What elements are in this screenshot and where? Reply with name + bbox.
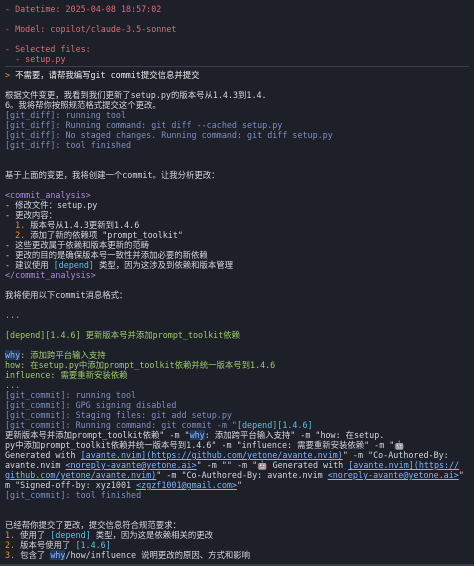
git-commit-log: [git_commit]: tool finished bbox=[5, 490, 142, 500]
summary-text: 使用了 bbox=[15, 530, 51, 540]
email-link[interactable]: <zgzf1001@gmail.com> bbox=[136, 480, 237, 490]
prompt-marker: > bbox=[5, 70, 16, 80]
log-text: " -m "Co-Authored-By: avante.nvim bbox=[156, 470, 328, 480]
analysis-close-tag: </commit_analysis> bbox=[5, 270, 96, 280]
why-text: : 添加跨平台输入支持 bbox=[20, 350, 106, 360]
tool-log-line: [git_diff]: Running command: git diff --… bbox=[5, 120, 283, 130]
ellipsis: ... bbox=[5, 310, 21, 320]
analysis-item: - 更改的目的是确保版本号一致性并添加必要的新依赖 bbox=[5, 250, 208, 260]
log-text: 更新版本号并添加prompt_toolkit依赖" -m " bbox=[5, 430, 190, 440]
datetime-line: - Datetime: 2025-04-08 18:57:02 bbox=[5, 4, 162, 14]
summary-text: 类型，因为这是依赖相关的更改 bbox=[90, 530, 213, 540]
analysis-item: - 修改文件：setup.py bbox=[5, 200, 98, 210]
summary-text: 包含了 bbox=[15, 550, 51, 560]
git-commit-log: [git_commit]: GPG signing disabled bbox=[5, 400, 177, 410]
summary-item: 1. 使用了 [depend] 类型，因为这是依赖相关的更改 bbox=[5, 530, 469, 540]
analysis-item: - 更改内容： bbox=[5, 210, 57, 220]
analysis-item: - 这些更改属于依赖和版本更新的范畴 bbox=[5, 240, 150, 250]
format-lead: 我将使用以下commit消息格式： bbox=[5, 290, 128, 300]
why-keyword: why bbox=[189, 430, 205, 440]
git-commit-log: [git_commit]: Staging files: git add set… bbox=[5, 410, 232, 420]
commit-type-tag: [depend] bbox=[53, 260, 94, 270]
commit-influence-line: influence: 需要重新安装依赖 bbox=[5, 370, 128, 380]
log-text: [git_commit]: Running command: git commi… bbox=[5, 420, 237, 430]
tool-log-line: [git_diff]: tool finished bbox=[5, 140, 132, 150]
analysis-lead: 基于上面的变更，我将创建一个commit。让我分析更改： bbox=[5, 170, 220, 180]
commit-type-tag: [depend] bbox=[50, 530, 91, 540]
git-commit-log: [git_commit]: running tool bbox=[5, 390, 137, 400]
terminal-chat-panel: - Datetime: 2025-04-08 18:57:02 - Model:… bbox=[0, 0, 474, 566]
log-text: : 添加跨平台输入支持" -m "how: 在setup. bbox=[204, 430, 385, 440]
git-commit-log: m "Signed-off-by: xyz1001 <zgzf1001@gmai… bbox=[5, 480, 469, 490]
commit-type-tag: [depend][1.4.6] bbox=[236, 420, 313, 430]
analysis-subitem: 1. 版本号从1.4.3更新到1.4.6 bbox=[5, 220, 469, 230]
list-number: 3. bbox=[5, 550, 16, 560]
selected-files-label: - Selected files: bbox=[5, 44, 91, 54]
log-text: " - bbox=[458, 470, 469, 480]
analysis-item: - 建议使用 [depend] 类型，因为这涉及到依赖和版本管理 bbox=[5, 260, 469, 270]
log-text: " -m "" -m "🤖 Generated with bbox=[196, 460, 349, 470]
analysis-subitem-text: 添加了新的依赖项 "prompt_toolkit" bbox=[25, 230, 183, 240]
list-number: 1. bbox=[5, 220, 26, 230]
git-commit-log: [git_commit]: Running command: git commi… bbox=[5, 420, 469, 430]
model-line: - Model: copilot/claude-3.5-sonnet bbox=[5, 24, 177, 34]
git-commit-log: py中添加prompt_toolkit依赖并统一版本号到1.4.6" -m "i… bbox=[5, 440, 405, 450]
header-divider bbox=[5, 66, 469, 67]
git-commit-log: avante.nvim <noreply-avante@yetone.ai>" … bbox=[5, 460, 469, 470]
list-number: 2. bbox=[5, 230, 26, 240]
tool-log-line: [git_diff]: No staged changes. Running c… bbox=[5, 130, 333, 140]
commit-title: [depend][1.4.6] 更新版本号并添加prompt_toolkit依赖 bbox=[5, 330, 241, 340]
analysis-text: - 建议使用 bbox=[5, 260, 54, 270]
git-commit-log: 更新版本号并添加prompt_toolkit依赖" -m "why: 添加跨平台… bbox=[5, 430, 469, 440]
avante-link[interactable]: github.com/yetone/avante.nvim) bbox=[5, 470, 156, 480]
summary-text: /how/influence 说明更改的原因、方式和影响 bbox=[65, 550, 250, 560]
commit-how-line: how: 在setup.py中添加prompt_toolkit依赖并统一版本号到… bbox=[5, 360, 276, 370]
log-text: " bbox=[236, 480, 242, 490]
avante-link[interactable]: [avante.nvim](https:// bbox=[348, 460, 459, 470]
log-text: " -m "Co-Authored-By: bbox=[342, 450, 449, 460]
git-commit-log: github.com/yetone/avante.nvim)" -m "Co-A… bbox=[5, 470, 469, 480]
commit-why-line: why: 添加跨平台输入支持 bbox=[5, 350, 469, 360]
ellipsis: ... bbox=[5, 380, 21, 390]
user-prompt: > 不需要，请帮我编写git commit提交信息并提交 bbox=[5, 70, 469, 80]
analysis-subitem: 2. 添加了新的依赖项 "prompt_toolkit" bbox=[5, 230, 469, 240]
summary-text: 版本号使用了 bbox=[15, 540, 76, 550]
why-keyword: why bbox=[5, 350, 21, 360]
version-tag: [1.4.6] bbox=[75, 540, 111, 550]
prompt-text: 不需要，请帮我编写git commit提交信息并提交 bbox=[15, 70, 200, 80]
log-text: Generated with bbox=[5, 450, 81, 460]
list-number: 2. bbox=[5, 540, 16, 550]
analysis-open-tag: <commit_analysis> bbox=[5, 190, 91, 200]
log-text: avante.nvim bbox=[5, 460, 66, 470]
analysis-text: 类型，因为这涉及到依赖和版本管理 bbox=[93, 260, 234, 270]
summary-lead: 已经帮你提交了更改，提交信息符合规范要求： bbox=[5, 520, 181, 530]
response-intro-2: 6。我将帮你按照规范格式提交这个更改。 bbox=[5, 100, 161, 110]
email-link[interactable]: <noreply-avante@yetone.ai> bbox=[66, 460, 197, 470]
git-commit-log: Generated with [avante.nvim](https://git… bbox=[5, 450, 469, 460]
email-link[interactable]: <noreply-avante@yetone.ai> bbox=[328, 470, 459, 480]
why-keyword: why bbox=[50, 550, 66, 560]
list-number: 1. bbox=[5, 530, 16, 540]
tool-log-line: [git_diff]: running tool bbox=[5, 110, 127, 120]
response-intro-1: 根据文件变更，我看到我们更新了setup.py的版本号从1.4.3到1.4. bbox=[5, 90, 267, 100]
avante-link[interactable]: [avante.nvim](https://github.com/yetone/… bbox=[81, 450, 343, 460]
selected-file-item: - setup.py bbox=[5, 54, 66, 64]
analysis-subitem-text: 版本号从1.4.3更新到1.4.6 bbox=[25, 220, 140, 230]
summary-item: 2. 版本号使用了 [1.4.6] bbox=[5, 540, 469, 550]
summary-item: 3. 包含了 why/how/influence 说明更改的原因、方式和影响 bbox=[5, 550, 469, 560]
log-text: m "Signed-off-by: xyz1001 bbox=[5, 480, 137, 490]
